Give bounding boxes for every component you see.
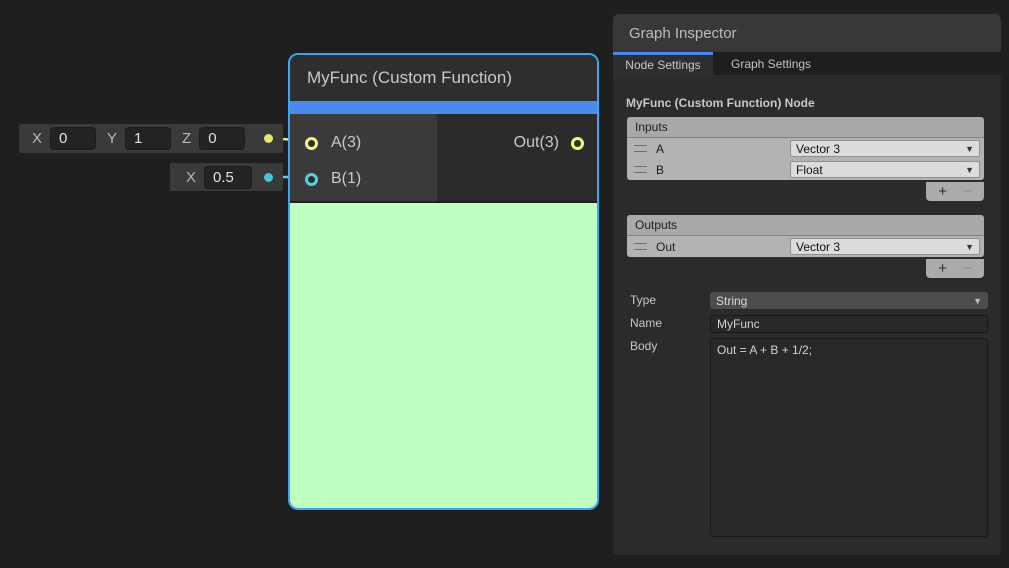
drag-handle-icon[interactable]: [634, 243, 647, 250]
tab-node-settings[interactable]: Node Settings: [613, 52, 713, 75]
shader-graph-canvas: X 0 Y 1 Z 0 X 0.5 MyFunc (Custom Functio…: [0, 0, 1009, 568]
node-preview: [290, 201, 597, 508]
port-a-icon[interactable]: [305, 137, 318, 150]
graph-inspector-panel: Graph Inspector Node Settings Graph Sett…: [613, 14, 1001, 555]
name-label: Name: [630, 316, 662, 330]
port-b-label: B(1): [331, 170, 361, 188]
node-accent-bar: [290, 101, 597, 114]
output-type-value: Vector 3: [796, 240, 840, 254]
body-textarea[interactable]: Out = A + B + 1/2;: [710, 338, 988, 537]
add-output-button[interactable]: +: [938, 261, 947, 276]
dropdown-arrow-icon: ▼: [965, 165, 974, 175]
dropdown-arrow-icon: ▼: [973, 296, 982, 306]
input-type-dropdown[interactable]: Float ▼: [790, 161, 980, 178]
outputs-list-title: Outputs: [627, 215, 984, 236]
dropdown-arrow-icon: ▼: [965, 242, 974, 252]
output-name: Out: [656, 240, 675, 254]
inputs-list-title: Inputs: [627, 117, 984, 138]
remove-input-button[interactable]: −: [963, 184, 972, 199]
x-field-label: X: [32, 130, 42, 147]
outputs-list: Outputs Out Vector 3 ▼: [627, 215, 984, 257]
node-title[interactable]: MyFunc (Custom Function): [290, 55, 597, 101]
input-name: B: [656, 163, 664, 177]
dropdown-arrow-icon: ▼: [965, 144, 974, 154]
type-value: String: [716, 294, 747, 308]
y-field-label: Y: [107, 130, 117, 147]
vector3-input-widget: X 0 Y 1 Z 0: [19, 124, 283, 153]
x-value-field[interactable]: 0: [50, 127, 96, 150]
port-a-label: A(3): [331, 134, 361, 152]
port-out-label: Out(3): [514, 134, 559, 152]
type-label: Type: [630, 293, 656, 307]
graph-inspector-title[interactable]: Graph Inspector: [613, 14, 1001, 52]
node-input-port-area: A(3) B(1): [290, 114, 437, 201]
input-type-dropdown[interactable]: Vector 3 ▼: [790, 140, 980, 157]
input-row-a[interactable]: A Vector 3 ▼: [627, 138, 984, 159]
float-value-field[interactable]: 0.5: [204, 166, 252, 189]
type-dropdown[interactable]: String ▼: [710, 292, 988, 309]
custom-function-node[interactable]: MyFunc (Custom Function) A(3) B(1) Out(3…: [288, 53, 599, 510]
name-field[interactable]: MyFunc: [710, 315, 988, 333]
vector3-port-dot-icon[interactable]: [264, 134, 273, 143]
port-b-icon[interactable]: [305, 173, 318, 186]
inputs-list-footer: + −: [926, 182, 984, 201]
drag-handle-icon[interactable]: [634, 166, 647, 173]
input-type-value: Vector 3: [796, 142, 840, 156]
input-port-a[interactable]: A(3): [290, 125, 437, 161]
x-field-label: X: [186, 169, 196, 186]
output-row-out[interactable]: Out Vector 3 ▼: [627, 236, 984, 257]
y-value-field[interactable]: 1: [125, 127, 171, 150]
input-row-b[interactable]: B Float ▼: [627, 159, 984, 180]
output-port-out[interactable]: Out(3): [437, 125, 597, 161]
add-input-button[interactable]: +: [938, 184, 947, 199]
input-port-b[interactable]: B(1): [290, 161, 437, 197]
node-settings-heading: MyFunc (Custom Function) Node: [626, 96, 815, 110]
float-port-dot-icon[interactable]: [264, 173, 273, 182]
input-name: A: [656, 142, 664, 156]
port-out-icon[interactable]: [571, 137, 584, 150]
drag-handle-icon[interactable]: [634, 145, 647, 152]
outputs-list-footer: + −: [926, 259, 984, 278]
remove-output-button[interactable]: −: [963, 261, 972, 276]
node-output-port-area: Out(3): [437, 114, 597, 201]
output-type-dropdown[interactable]: Vector 3 ▼: [790, 238, 980, 255]
inspector-tabs: Node Settings Graph Settings: [613, 52, 1001, 75]
body-label: Body: [630, 339, 657, 353]
z-field-label: Z: [182, 130, 191, 147]
z-value-field[interactable]: 0: [199, 127, 245, 150]
tab-graph-settings[interactable]: Graph Settings: [713, 52, 829, 75]
input-type-value: Float: [796, 163, 823, 177]
inputs-list: Inputs A Vector 3 ▼ B Float ▼: [627, 117, 984, 180]
